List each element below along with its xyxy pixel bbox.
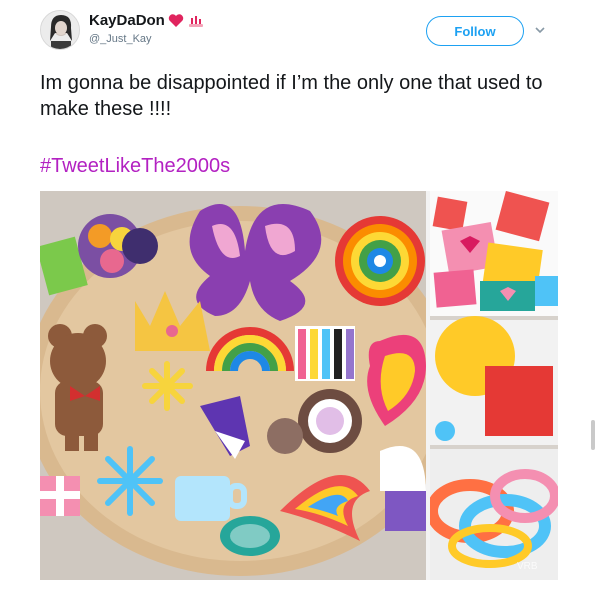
- tweet-text: Im gonna be disappointed if I’m the only…: [40, 72, 543, 120]
- avatar-image: [41, 11, 79, 49]
- media-side-column: [430, 191, 558, 580]
- tweet-header: KayDaDon @_Just_Kay Follow: [0, 0, 599, 62]
- heart-emoji-icon: [168, 14, 184, 27]
- nail-polish-emoji-icon: [188, 15, 203, 27]
- chevron-down-icon[interactable]: [533, 23, 547, 37]
- perler-hearts-image[interactable]: [430, 191, 558, 316]
- image-watermark: VRB: [517, 561, 538, 572]
- tweet-media[interactable]: VRB: [40, 191, 558, 580]
- name-row: KayDaDon: [89, 12, 205, 29]
- display-name[interactable]: KayDaDon: [89, 12, 165, 29]
- hashtag-link[interactable]: #TweetLikeThe2000s: [40, 155, 230, 178]
- avatar[interactable]: [40, 10, 80, 50]
- follow-button[interactable]: Follow: [426, 16, 524, 46]
- user-handle[interactable]: @_Just_Kay: [89, 33, 152, 45]
- perler-pegboard-image[interactable]: [430, 316, 558, 445]
- perler-bracelets-image[interactable]: [430, 449, 558, 580]
- page-scrollbar[interactable]: [591, 420, 595, 450]
- perler-beads-main-image[interactable]: [40, 191, 426, 580]
